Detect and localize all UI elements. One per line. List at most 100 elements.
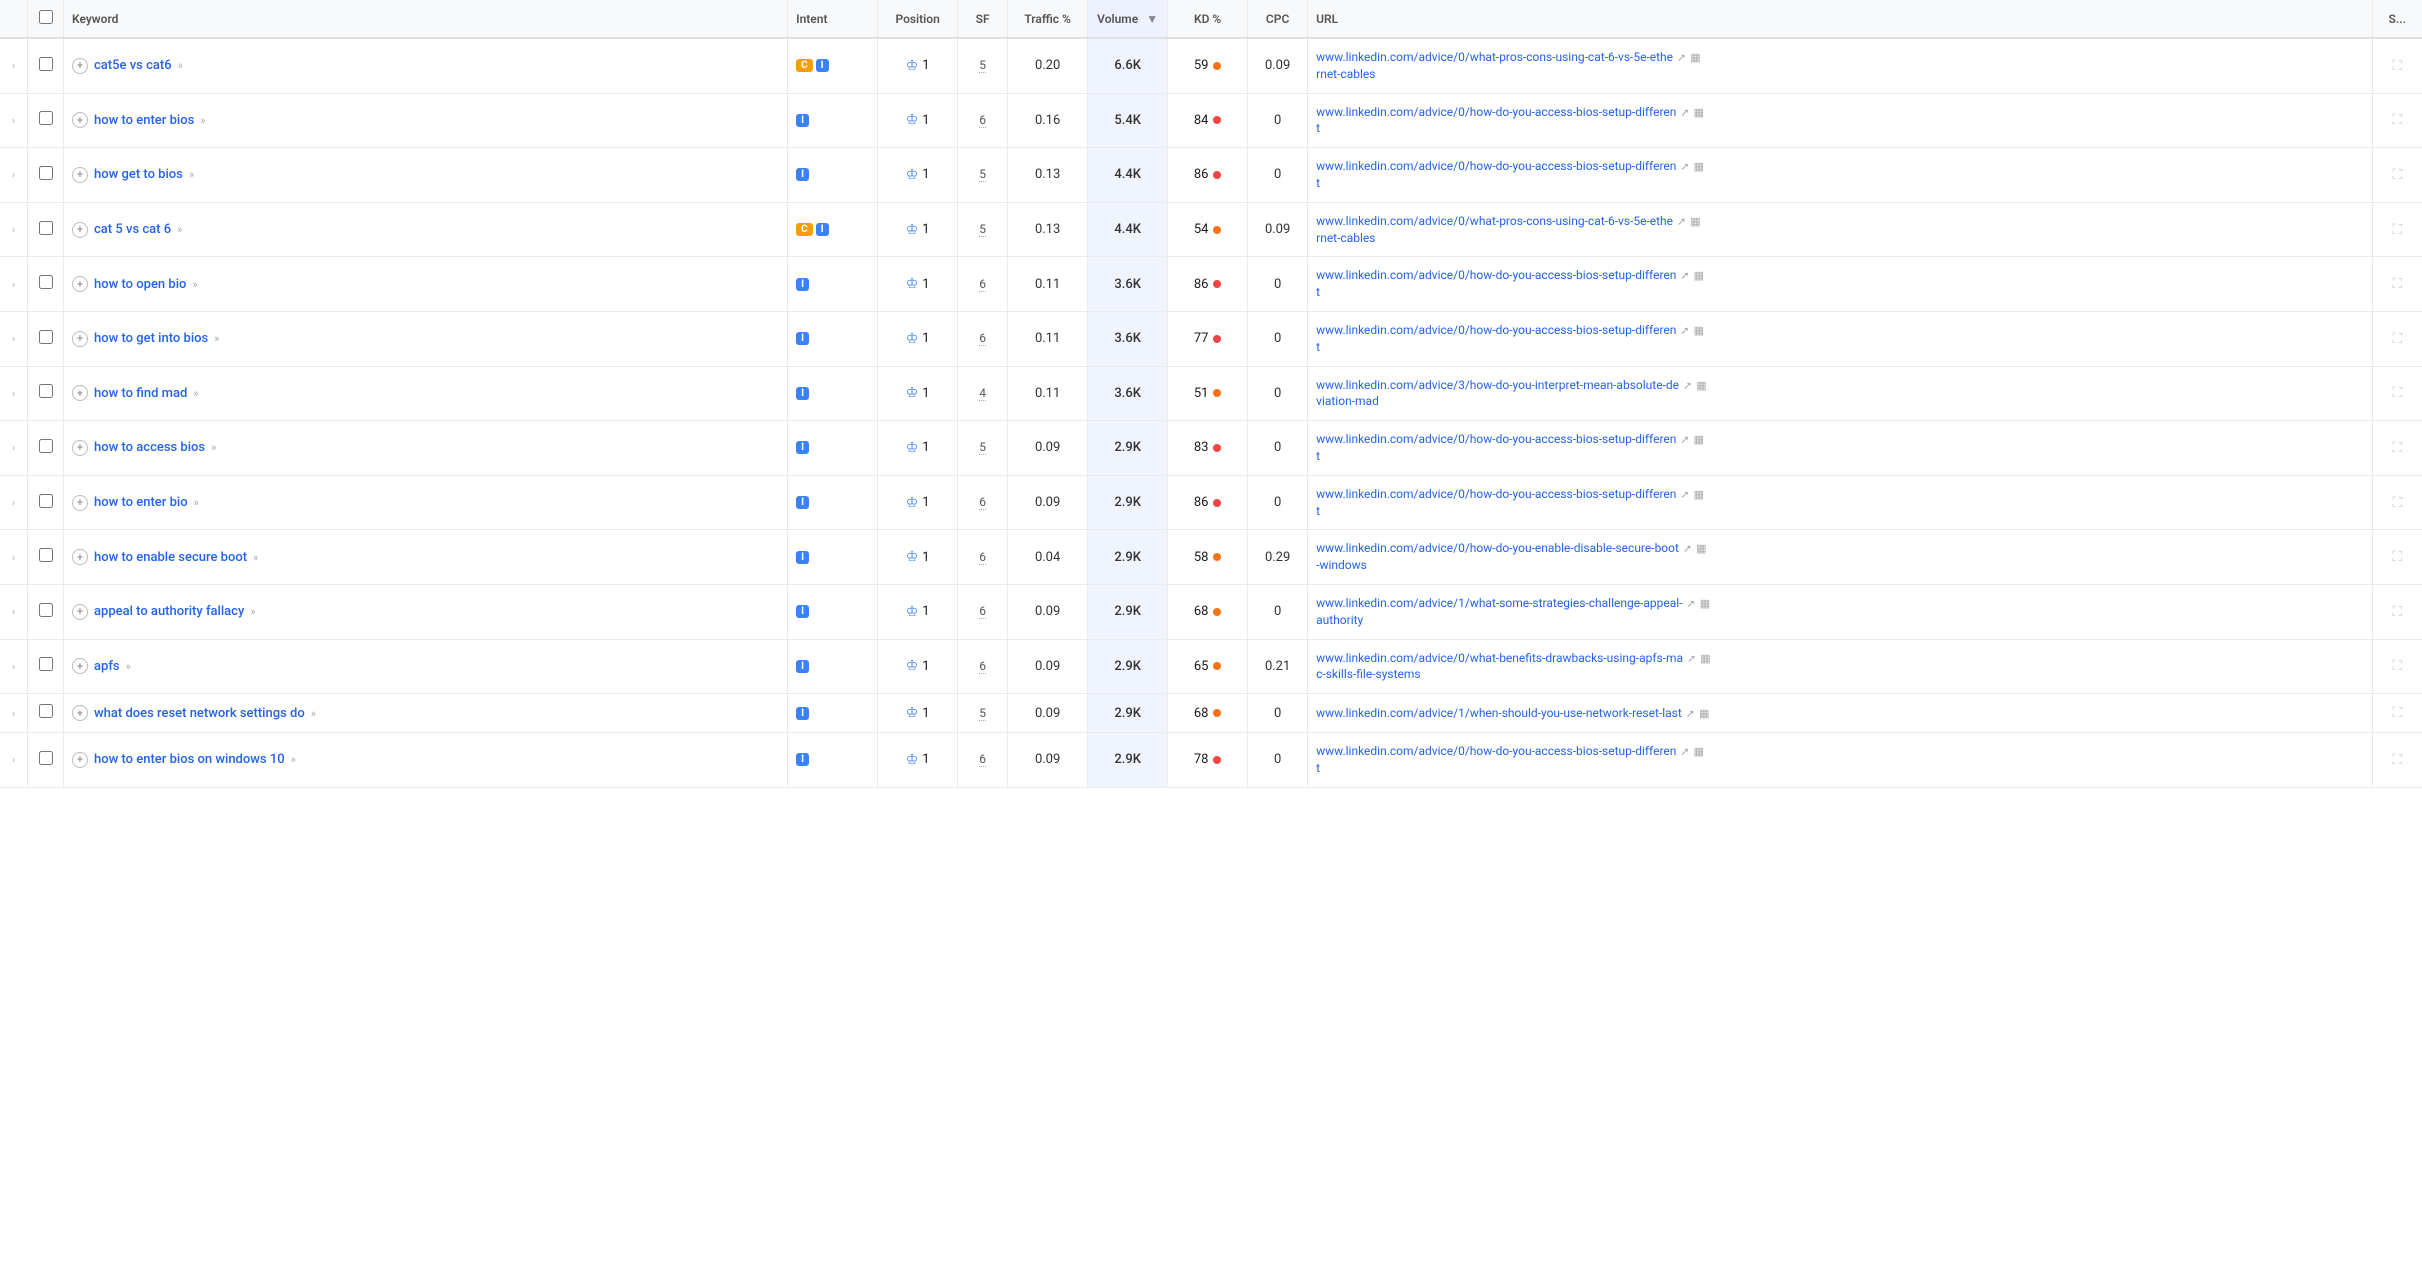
sf-column-header[interactable]: SF — [958, 0, 1008, 38]
keyword-link[interactable]: appeal to authority fallacy — [94, 604, 244, 619]
serp-icon[interactable]: ⛶ — [2392, 276, 2402, 292]
keyword-add-icon[interactable]: + — [72, 58, 88, 74]
row-expand-button[interactable]: › — [8, 59, 19, 74]
row-expand-button[interactable]: › — [8, 660, 19, 675]
row-checkbox[interactable] — [39, 603, 53, 617]
external-link-icon[interactable]: ➚ — [1680, 269, 1689, 282]
url-link[interactable]: www.linkedin.com/advice/1/what-some-stra… — [1316, 595, 1682, 629]
row-expand-button[interactable]: › — [8, 223, 19, 238]
url-link[interactable]: www.linkedin.com/advice/0/what-pros-cons… — [1316, 49, 1673, 83]
row-expand-button[interactable]: › — [8, 332, 19, 347]
external-link-icon[interactable]: ➚ — [1680, 488, 1689, 501]
url-link[interactable]: www.linkedin.com/advice/3/how-do-you-int… — [1316, 377, 1679, 411]
keyword-expand-arrows[interactable]: » — [311, 707, 316, 720]
row-expand-button[interactable]: › — [8, 387, 19, 402]
serp-icon[interactable]: ⛶ — [2392, 58, 2402, 74]
row-expand-button[interactable]: › — [8, 441, 19, 456]
cpc-column-header[interactable]: CPC — [1248, 0, 1308, 38]
keyword-add-icon[interactable]: + — [72, 167, 88, 183]
row-checkbox[interactable] — [39, 330, 53, 344]
keyword-expand-arrows[interactable]: » — [192, 278, 197, 291]
keyword-expand-arrows[interactable]: » — [177, 223, 182, 236]
serp-icon[interactable]: ⛶ — [2392, 752, 2402, 768]
keyword-link[interactable]: how to enter bio — [94, 495, 188, 510]
copy-icon[interactable]: ▦ — [1694, 324, 1704, 337]
row-checkbox[interactable] — [39, 57, 53, 71]
serp-icon[interactable]: ⛶ — [2392, 385, 2402, 401]
keyword-expand-arrows[interactable]: » — [126, 660, 131, 673]
keyword-add-icon[interactable]: + — [72, 112, 88, 128]
keyword-expand-arrows[interactable]: » — [291, 753, 296, 766]
row-checkbox[interactable] — [39, 275, 53, 289]
position-column-header[interactable]: Position — [878, 0, 958, 38]
serp-icon[interactable]: ⛶ — [2392, 495, 2402, 511]
keyword-expand-arrows[interactable]: » — [253, 551, 258, 564]
external-link-icon[interactable]: ➚ — [1680, 160, 1689, 173]
select-all-checkbox[interactable] — [39, 10, 53, 24]
keyword-expand-arrows[interactable]: » — [194, 496, 199, 509]
external-link-icon[interactable]: ➚ — [1686, 707, 1695, 720]
row-expand-button[interactable]: › — [8, 605, 19, 620]
row-checkbox[interactable] — [39, 548, 53, 562]
url-link[interactable]: www.linkedin.com/advice/0/how-do-you-ena… — [1316, 540, 1679, 574]
copy-icon[interactable]: ▦ — [1696, 379, 1706, 392]
keyword-link[interactable]: how get to bios — [94, 167, 183, 182]
row-expand-button[interactable]: › — [8, 707, 19, 722]
serp-icon[interactable]: ⛶ — [2392, 604, 2402, 620]
keyword-add-icon[interactable]: + — [72, 705, 88, 721]
traffic-column-header[interactable]: Traffic % — [1008, 0, 1088, 38]
kd-column-header[interactable]: KD % — [1168, 0, 1248, 38]
copy-icon[interactable]: ▦ — [1699, 707, 1709, 720]
row-expand-button[interactable]: › — [8, 114, 19, 129]
url-link[interactable]: www.linkedin.com/advice/0/how-do-you-acc… — [1316, 322, 1676, 356]
row-checkbox[interactable] — [39, 657, 53, 671]
keyword-add-icon[interactable]: + — [72, 549, 88, 565]
keyword-expand-arrows[interactable]: » — [189, 168, 194, 181]
serp-icon[interactable]: ⛶ — [2392, 112, 2402, 128]
url-column-header[interactable]: URL — [1308, 0, 2372, 38]
keyword-link[interactable]: apfs — [94, 659, 120, 674]
url-link[interactable]: www.linkedin.com/advice/0/what-benefits-… — [1316, 650, 1683, 684]
keyword-link[interactable]: how to find mad — [94, 386, 187, 401]
url-link[interactable]: www.linkedin.com/advice/0/how-do-you-acc… — [1316, 743, 1676, 777]
copy-icon[interactable]: ▦ — [1700, 597, 1710, 610]
keyword-add-icon[interactable]: + — [72, 495, 88, 511]
row-expand-button[interactable]: › — [8, 168, 19, 183]
row-checkbox[interactable] — [39, 384, 53, 398]
keyword-expand-arrows[interactable]: » — [211, 441, 216, 454]
keyword-add-icon[interactable]: + — [72, 222, 88, 238]
url-link[interactable]: www.linkedin.com/advice/1/when-should-yo… — [1316, 705, 1682, 722]
external-link-icon[interactable]: ➚ — [1683, 542, 1692, 555]
external-link-icon[interactable]: ➚ — [1680, 433, 1689, 446]
keyword-link[interactable]: how to get into bios — [94, 331, 208, 346]
keyword-link[interactable]: how to enter bios on windows 10 — [94, 752, 285, 767]
serp-icon[interactable]: ⛶ — [2392, 658, 2402, 674]
row-checkbox[interactable] — [39, 704, 53, 718]
keyword-link[interactable]: cat5e vs cat6 — [94, 58, 172, 73]
copy-icon[interactable]: ▦ — [1696, 542, 1706, 555]
serp-icon[interactable]: ⛶ — [2392, 549, 2402, 565]
serp-icon[interactable]: ⛶ — [2392, 705, 2402, 721]
keyword-link[interactable]: how to access bios — [94, 440, 205, 455]
keyword-add-icon[interactable]: + — [72, 658, 88, 674]
url-link[interactable]: www.linkedin.com/advice/0/how-do-you-acc… — [1316, 104, 1676, 138]
row-expand-button[interactable]: › — [8, 753, 19, 768]
keyword-add-icon[interactable]: + — [72, 385, 88, 401]
keyword-add-icon[interactable]: + — [72, 276, 88, 292]
external-link-icon[interactable]: ➚ — [1687, 597, 1696, 610]
url-link[interactable]: www.linkedin.com/advice/0/what-pros-cons… — [1316, 213, 1673, 247]
copy-icon[interactable]: ▦ — [1694, 160, 1704, 173]
keyword-add-icon[interactable]: + — [72, 331, 88, 347]
copy-icon[interactable]: ▦ — [1690, 51, 1700, 64]
keyword-expand-arrows[interactable]: » — [193, 387, 198, 400]
s-column-header[interactable]: S... — [2372, 0, 2422, 38]
external-link-icon[interactable]: ➚ — [1680, 324, 1689, 337]
url-link[interactable]: www.linkedin.com/advice/0/how-do-you-acc… — [1316, 486, 1676, 520]
row-checkbox[interactable] — [39, 166, 53, 180]
row-expand-button[interactable]: › — [8, 278, 19, 293]
keyword-add-icon[interactable]: + — [72, 604, 88, 620]
copy-icon[interactable]: ▦ — [1694, 433, 1704, 446]
url-link[interactable]: www.linkedin.com/advice/0/how-do-you-acc… — [1316, 158, 1676, 192]
row-checkbox[interactable] — [39, 751, 53, 765]
keyword-link[interactable]: how to enable secure boot — [94, 550, 247, 565]
